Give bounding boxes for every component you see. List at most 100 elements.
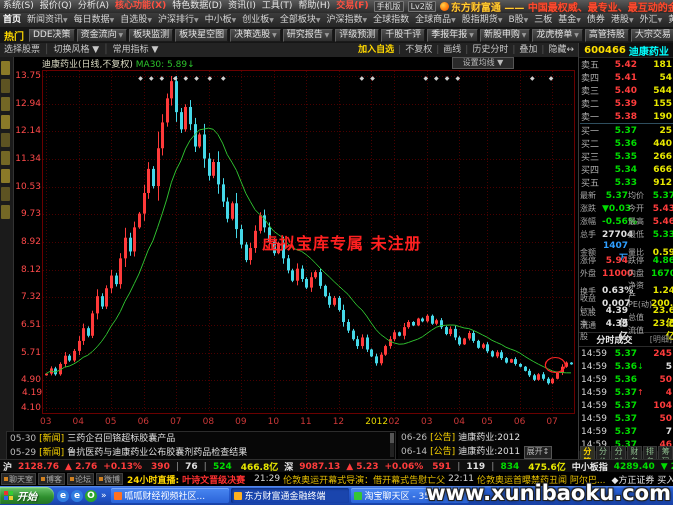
news-scrollbar[interactable] [390,433,394,457]
nav-item-沪深指数[interactable]: 沪深指数▼ [324,13,371,28]
tape-detail-link[interactable]: [明细] [650,334,672,345]
nav-item-沪深排行[interactable]: 沪深排行▼ [155,13,202,28]
tape-volume: 245 [645,349,672,359]
tool-button-千股千评[interactable]: 千股千评 [381,29,425,42]
ticker-button-聊天室[interactable]: 聊天室 [1,473,36,485]
ob-volume: 544 [637,86,672,96]
tool-button-大宗交易[interactable]: 大宗交易 [631,29,673,42]
menu-报价(Q)[interactable]: 报价(Q) [37,0,75,13]
tool-button-季报年报[interactable]: 季报年报 ▼ [427,29,478,42]
nav-item-债券[interactable]: 债券 [584,13,608,27]
order-book-row: 买二5.36440 [579,137,673,150]
left-rail-icon[interactable] [1,133,10,147]
chart-tab-叠加[interactable]: 叠加 [515,43,541,57]
left-rail-icon[interactable] [1,61,10,75]
chart-tab-历史分时[interactable]: 历史分时 [468,43,512,57]
tool-button-DDE决策[interactable]: DDE决策 [29,29,75,42]
task-button[interactable]: 呱呱财经视频社区... [111,488,229,503]
chart-tab-画线[interactable]: 画线 [439,43,465,57]
left-rail-icon[interactable] [1,115,10,129]
tool-button-板块监测[interactable]: 板块监测 [129,29,173,42]
tool-button-研究报告[interactable]: 研究报告 ▼ [283,29,334,42]
left-rail-icon[interactable] [1,205,10,219]
left-rail-icon[interactable] [1,151,10,165]
left-rail-icon[interactable] [1,187,10,201]
news-text: 鲁抗医药与迪康药业公布胶囊剂药品检查结果 [67,448,247,458]
chart-control-2[interactable]: 常用指标 ▼ [109,43,163,57]
menu-工具(T)[interactable]: 工具(T) [259,0,296,13]
start-button[interactable]: 开始 [0,487,54,504]
live-headline[interactable]: 叶诗文晋级决赛 [182,473,245,486]
mobile-version-button[interactable]: 手机版 [374,1,404,12]
nav-item-自选股[interactable]: 自选股▼ [117,13,155,28]
menu-资讯(I)[interactable]: 资讯(I) [225,0,259,13]
quick-launch-icon[interactable]: O [85,490,97,502]
menu-系统(S)[interactable]: 系统(S) [0,0,37,13]
ticker-button-微博[interactable]: 微博 [96,473,123,485]
ticker-button-论坛[interactable]: 论坛 [67,473,94,485]
menu-交易(F)[interactable]: 交易(F) [333,0,371,13]
quick-launch-icon[interactable]: e [71,490,83,502]
nav-item-全部板块[interactable]: 全部板块▼ [277,13,324,28]
nav-item-股指期货[interactable]: 股指期货▼ [459,13,506,28]
y-tick-label: 5.71 [14,349,41,358]
ob-level-label: 卖二 [581,97,603,110]
quick-launch-more[interactable]: » [101,491,107,501]
nav-item-首页[interactable]: 首页 [0,13,24,27]
tool-button-决策选股[interactable]: 决策选股 ▼ [230,29,281,42]
nav-item-全球商品[interactable]: 全球商品▼ [412,13,459,28]
menu-分析(A)[interactable]: 分析(A) [75,0,112,13]
nav-item-全球指数[interactable]: 全球指数 [370,13,412,27]
nav-item-外汇[interactable]: 外汇▼ [637,13,666,28]
index-counts: 591|119|834 [429,462,522,472]
news-row[interactable]: 05-29[新闻]鲁抗医药与迪康药业公布胶囊剂药品检查结果 [7,446,395,460]
detail-value: 11000 [602,269,628,279]
announcement-text: 迪康药业:2011年度股东大会决议公告 [458,447,520,457]
news-row[interactable]: 05-30[新闻]三药企召回铬超标胶囊产品 [7,432,395,446]
tool-button-龙虎榜单[interactable]: 龙虎榜单 ▼ [532,29,583,42]
chevron-down-icon: ▼ [363,17,368,24]
nav-item-创业板[interactable]: 创业板▼ [239,13,277,28]
menu-特色数据(D)[interactable]: 特色数据(D) [169,0,225,13]
nav-item-基金[interactable]: 基金▼ [555,13,584,28]
nav-item-每日数据[interactable]: 每日数据▼ [71,13,118,28]
lv2-version-button[interactable]: Lv2版 [408,1,436,12]
chart-control-1[interactable]: 切换风格 ▼ [49,43,103,57]
task-button[interactable]: 东方财富通金融终端 [231,488,349,503]
chart-tab-不复权[interactable]: 不复权 [401,43,436,57]
expand-button[interactable]: 展开↕ [524,446,552,459]
news-date: 05-29 [10,448,36,458]
announcement-tag: [公告] [430,447,455,457]
left-rail-icon[interactable] [1,97,10,111]
quick-launch-icon[interactable]: e [57,490,69,502]
detail-label: 最高 [628,216,651,227]
nav-item-黄金[interactable]: 黄金 [665,13,673,27]
announcement-row[interactable]: 06-14[公告]迪康药业:2011年度股东大会决议公告 [398,445,520,459]
chart-tab-隐藏↔[interactable]: 隐藏↔ [544,43,578,57]
nav-item-中小板[interactable]: 中小板▼ [202,13,240,28]
tool-button-资金流向[interactable]: 资金流向 ▼ [77,29,128,42]
left-rail-icon[interactable] [1,169,10,183]
detail-row: 外盘11000内盘16703 [579,267,673,280]
detail-label: 今开 [628,203,651,214]
news-tag: [新闻] [39,448,64,458]
ma-settings-button[interactable]: 设置均线 ▼ [452,57,514,69]
tool-button-新股申购[interactable]: 新股申购 ▼ [480,29,531,42]
left-rail-icon[interactable] [1,79,10,93]
nav-item-B股[interactable]: B股▼ [505,13,531,28]
announcement-row[interactable]: 06-26[公告]迪康药业:2012年第一季度报告 [398,431,520,445]
nav-item-新闻资讯[interactable]: 新闻资讯▼ [24,13,71,28]
ticker-headline[interactable]: 伦敦奥运开幕式导演：借开幕式告慰亡父 [283,473,445,486]
nav-item-三板[interactable]: 三板 [531,13,555,27]
menu-帮助(H)[interactable]: 帮助(H) [295,0,333,13]
chart-tab-加入自选[interactable]: 加入自选 [354,43,398,57]
ticker-button-博客[interactable]: 博客 [38,473,65,485]
nav-item-港股[interactable]: 港股▼ [608,13,637,28]
menu-核心功能(X)[interactable]: 核心功能(X) [112,0,169,13]
y-tick-label: 10.53 [14,183,41,192]
tool-button-高管持股[interactable]: 高管持股 [585,29,629,42]
chart-control-0[interactable]: 选择股票 [0,43,44,57]
index-value: 9087.13 [299,462,340,472]
tool-button-板块星空图[interactable]: 板块星空图 [175,29,228,42]
tool-button-评级预测[interactable]: 评级预测 [335,29,379,42]
